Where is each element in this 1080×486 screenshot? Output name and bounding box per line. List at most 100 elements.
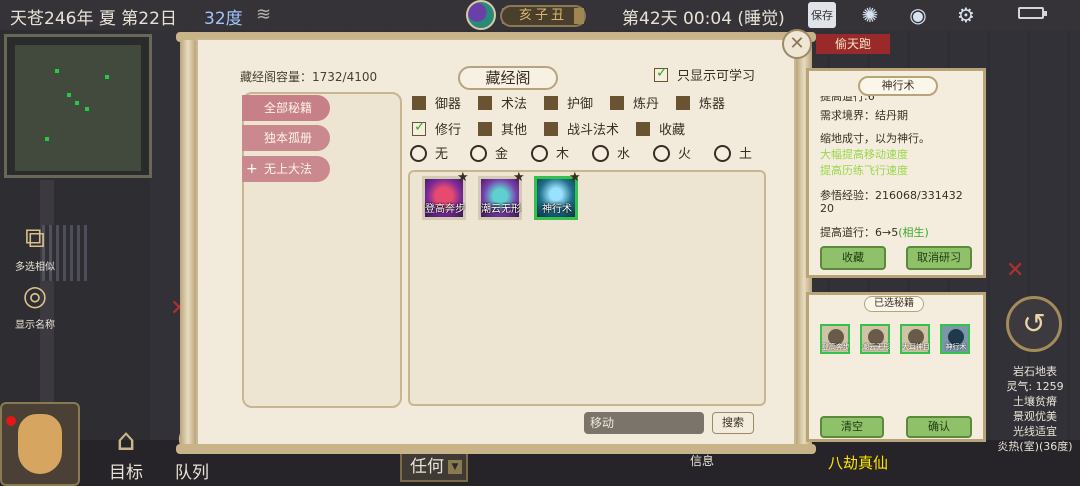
filter-liandan[interactable]: 炼丹 [610,96,659,113]
element-none[interactable]: 无 [410,145,448,164]
category-unique[interactable]: 独本孤册 [242,125,330,151]
day-time: 第42天 00:04 (睡觉) [622,9,785,29]
palette-icon[interactable]: ◉ [904,2,932,28]
checkbox-icon [412,96,426,110]
multi-select-button[interactable]: ⧉ 多选相似 [8,218,62,273]
chevron-down-icon: ▼ [448,460,462,474]
battery-icon [1018,7,1047,19]
element-metal[interactable]: 金 [470,145,508,164]
return-button[interactable]: ↺ [1006,296,1062,352]
checkbox-icon [676,96,690,110]
category-all[interactable]: 全部秘籍 [242,95,330,121]
star-icon: ★ [457,170,469,185]
checkbox-checked-icon [654,65,668,82]
detail-exp-tail: 20 [820,202,834,215]
radio-icon [653,145,670,162]
info-label[interactable]: 信息 [690,452,714,469]
minimap-area [15,45,141,171]
gear-icon[interactable]: ⚙ [952,2,980,28]
selected-skill-label: 潮云无形 [862,343,890,351]
checkbox-icon [636,122,650,136]
gourd-icon [18,414,62,474]
filter-label: 术法 [501,97,528,112]
character-name[interactable]: 八劫真仙 [828,452,888,473]
goal-button[interactable]: ⌂ 目标 [96,424,156,484]
selected-skill[interactable]: 登高奔步 [820,324,850,354]
category-supreme[interactable]: + 无上大法 [242,156,330,182]
selected-skill[interactable]: 神行术 [940,324,970,354]
filter-lianqi[interactable]: 炼器 [676,96,725,113]
checkbox-checked-icon [412,119,426,136]
filter-collect[interactable]: 收藏 [636,122,685,139]
tile-lingqi: 灵气: 1259 [1006,380,1064,393]
filter-shufa[interactable]: 术法 [478,96,527,113]
selected-skill[interactable]: 潮云无形 [860,324,890,354]
tile-light: 光线适宜 [1013,425,1057,438]
cancel-study-button[interactable]: 取消研习 [906,246,972,270]
search-input[interactable]: 移动 [584,412,704,434]
yin-yang-icon[interactable] [466,0,496,30]
tile-view: 景观优美 [1013,410,1057,423]
library-title: 藏经阁 [458,66,558,90]
radio-icon [714,145,731,162]
multi-select-label: 多选相似 [15,262,55,273]
element-fire[interactable]: 火 [653,145,691,164]
skill-item[interactable]: ★ 神行术 [534,171,581,220]
filter-label: 其他 [501,123,528,138]
radio-icon [410,145,427,162]
skill-label: 潮云无形 [481,204,521,215]
tile-soil: 土壤贫瘠 [1013,395,1057,408]
minimap-marker [55,69,59,73]
element-label: 土 [739,147,753,162]
notification-dot [6,416,16,426]
element-label: 火 [678,147,692,162]
character-tag[interactable]: 偷天跑 [816,34,890,54]
save-icon[interactable]: 保存 [808,2,836,28]
element-water[interactable]: 水 [592,145,630,164]
detail-dao: 提高道行：6→5(相生) [820,224,929,240]
radio-icon [531,145,548,162]
task-select[interactable]: 任何 ▼ [400,452,468,482]
show-names-label: 显示名称 [15,320,55,331]
radio-icon [592,145,609,162]
detail-effect-2: 提高历练飞行速度 [820,164,908,177]
element-wood[interactable]: 木 [531,145,569,164]
selected-skill-label: 登高奔步 [822,343,850,351]
minimap[interactable] [4,34,152,178]
search-button[interactable]: 搜索 [712,412,754,434]
gourd-item[interactable] [0,402,80,486]
terrain-type: 岩石地表 [1013,365,1057,378]
wind-icon: ≋ [256,4,272,25]
clear-button[interactable]: 清空 [820,416,884,438]
show-names-button[interactable]: ◎ 显示名称 [8,276,62,331]
filter-combat[interactable]: 战斗法术 [544,122,619,139]
confirm-button[interactable]: 确认 [906,416,972,438]
zodiac-cap-right [574,8,584,24]
skill-item[interactable]: ★ 登高奔步 [422,171,469,220]
selected-skill-label: 大耳神目 [902,343,930,351]
filter-label: 炼器 [699,97,726,112]
skill-label: 登高奔步 [425,204,465,215]
star-icon: ★ [513,170,525,185]
temperature: 32度 [204,9,243,29]
compass-icon[interactable]: ✺ [856,2,884,28]
detail-realm: 需求境界：结丹期 [820,109,908,122]
detail-exp: 参悟经验：216068/331432 [820,189,963,202]
filter-huyu[interactable]: 护御 [544,96,593,113]
filter-label: 修行 [435,123,462,138]
filter-qita[interactable]: 其他 [478,122,527,139]
element-earth[interactable]: 土 [714,145,752,164]
filter-xiuxing[interactable]: 修行 [412,119,462,139]
multi-select-icon: ⧉ [25,221,45,254]
close-button[interactable]: ✕ [782,29,812,59]
selected-skill[interactable]: 大耳神目 [900,324,930,354]
only-learnable-checkbox[interactable]: 只显示可学习 [654,65,755,85]
skill-label: 神行术 [542,204,572,215]
minimap-marker [45,137,49,141]
element-label: 无 [435,147,449,162]
checkbox-icon [544,96,558,110]
detail-line-cut: 提高道行:6 [820,96,875,103]
collect-button[interactable]: 收藏 [820,246,886,270]
skill-item[interactable]: ★ 潮云无形 [478,171,525,220]
filter-yuqi[interactable]: 御器 [412,96,461,113]
